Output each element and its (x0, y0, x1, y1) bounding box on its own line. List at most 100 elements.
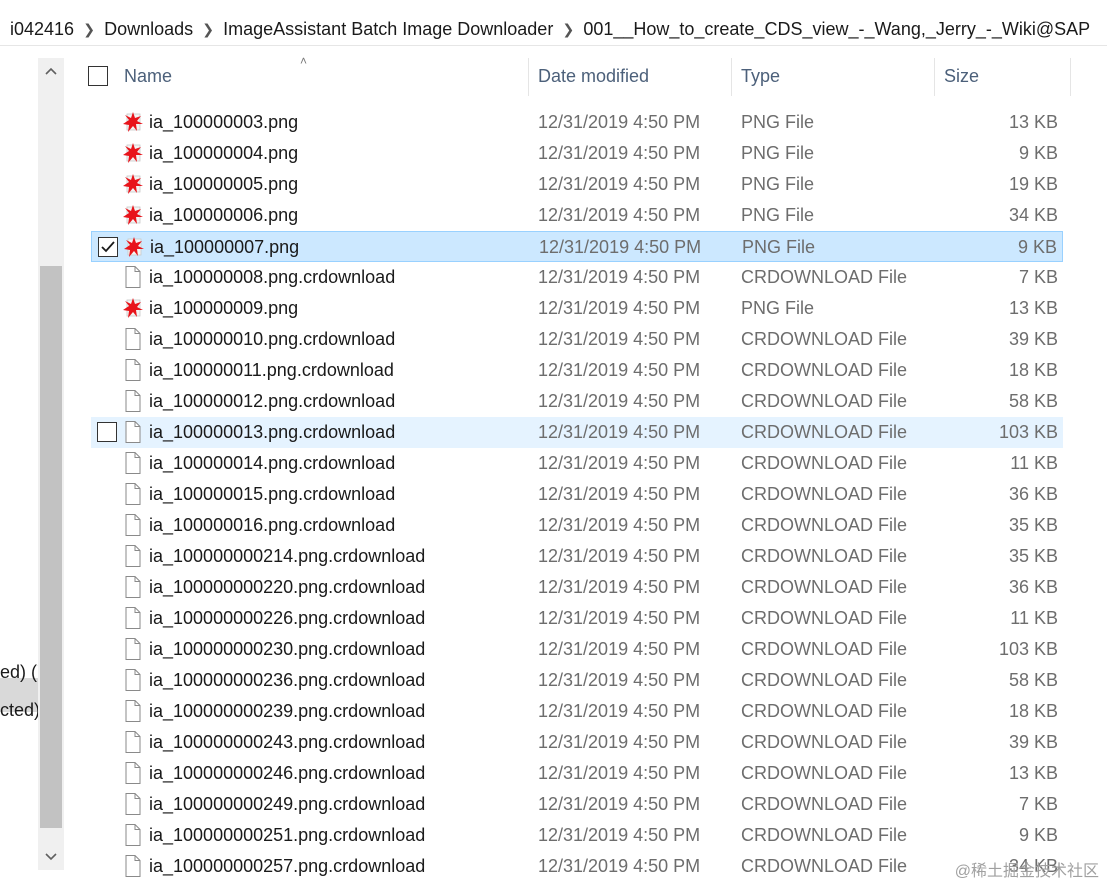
file-icon (121, 544, 145, 568)
file-name: ia_100000010.png.crdownload (149, 329, 396, 349)
file-date-modified: 12/31/2019 4:50 PM (538, 453, 701, 473)
file-row[interactable]: ia_100000000249.png.crdownload 12/31/2019… (91, 789, 1063, 820)
file-row[interactable]: ia_100000013.png.crdownload 12/31/2019 4:… (91, 417, 1063, 448)
file-row[interactable]: ia_100000010.png.crdownload 12/31/2019 4:… (91, 324, 1063, 355)
file-date-modified: 12/31/2019 4:50 PM (538, 701, 701, 721)
file-row[interactable]: ia_100000012.png.crdownload 12/31/2019 4:… (91, 386, 1063, 417)
file-row[interactable]: ia_100000000243.png.crdownload 12/31/2019… (91, 727, 1063, 758)
file-size: 9 KB (1018, 143, 1058, 163)
file-row[interactable]: ia_100000009.png 12/31/2019 4:50 PM PNG Fi… (91, 293, 1063, 324)
column-header-date[interactable]: Date modified (538, 66, 649, 87)
file-row[interactable]: ia_100000008.png.crdownload 12/31/2019 4:… (91, 262, 1063, 293)
file-size: 34 KB (1008, 205, 1058, 225)
file-size: 103 KB (998, 422, 1058, 442)
file-name: ia_100000013.png.crdownload (149, 422, 396, 442)
row-checkbox[interactable] (98, 237, 118, 257)
column-divider[interactable] (1070, 58, 1071, 96)
file-type: CRDOWNLOAD File (741, 825, 908, 845)
file-date-modified: 12/31/2019 4:50 PM (538, 422, 701, 442)
file-name: ia_100000000257.png.crdownload (149, 856, 426, 876)
file-icon (121, 699, 145, 723)
file-name: ia_100000000236.png.crdownload (149, 670, 426, 690)
file-size: 11 KB (1010, 453, 1058, 473)
column-header-size[interactable]: Size (944, 66, 979, 87)
file-row[interactable]: ia_100000003.png 12/31/2019 4:50 PM PNG Fi… (91, 107, 1063, 138)
nav-item-text[interactable]: ed) (' (0, 662, 40, 683)
file-size: 11 KB (1010, 608, 1058, 628)
breadcrumb-item-current-folder[interactable]: 001__How_to_create_CDS_view_-_Wang,_Jerr… (583, 19, 1090, 40)
file-row[interactable]: ia_100000011.png.crdownload 12/31/2019 4:… (91, 355, 1063, 386)
file-name: ia_100000014.png.crdownload (149, 453, 396, 473)
file-type: CRDOWNLOAD File (741, 546, 908, 566)
file-row[interactable]: ia_100000016.png.crdownload 12/31/2019 4:… (91, 510, 1063, 541)
file-row[interactable]: ia_100000015.png.crdownload 12/31/2019 4:… (91, 479, 1063, 510)
file-icon (121, 730, 145, 754)
file-date-modified: 12/31/2019 4:50 PM (538, 577, 701, 597)
file-row[interactable]: ia_100000000214.png.crdownload 12/31/2019… (91, 541, 1063, 572)
file-row[interactable]: ia_100000005.png 12/31/2019 4:50 PM PNG Fi… (91, 169, 1063, 200)
file-icon (121, 575, 145, 599)
file-type: CRDOWNLOAD File (741, 422, 908, 442)
file-icon (121, 637, 145, 661)
file-type: CRDOWNLOAD File (741, 639, 908, 659)
select-all-checkbox[interactable] (88, 66, 108, 86)
file-type: CRDOWNLOAD File (741, 484, 908, 504)
scroll-thumb[interactable] (40, 266, 62, 828)
file-name: ia_100000012.png.crdownload (149, 391, 396, 411)
file-type: CRDOWNLOAD File (741, 360, 908, 380)
file-date-modified: 12/31/2019 4:50 PM (538, 391, 701, 411)
file-icon (121, 389, 145, 413)
file-type: PNG File (741, 112, 815, 132)
column-divider[interactable] (934, 58, 935, 96)
file-name: ia_100000011.png.crdownload (149, 360, 394, 380)
file-row[interactable]: ia_100000000257.png.crdownload 12/31/2019… (91, 851, 1063, 882)
file-row[interactable]: ia_100000000236.png.crdownload 12/31/2019… (91, 665, 1063, 696)
file-date-modified: 12/31/2019 4:50 PM (538, 763, 701, 783)
file-date-modified: 12/31/2019 4:50 PM (538, 484, 701, 504)
file-date-modified: 12/31/2019 4:50 PM (538, 825, 701, 845)
file-row[interactable]: ia_100000000220.png.crdownload 12/31/2019… (91, 572, 1063, 603)
nav-item-text[interactable]: cted) (0, 700, 40, 721)
divider (0, 45, 1107, 46)
file-row[interactable]: ia_100000000239.png.crdownload 12/31/2019… (91, 696, 1063, 727)
column-header: ˄ Name Date modified Type Size (64, 54, 1107, 98)
file-row[interactable]: ia_100000000230.png.crdownload 12/31/2019… (91, 634, 1063, 665)
column-header-type[interactable]: Type (741, 66, 780, 87)
png-icon (121, 110, 145, 134)
file-row[interactable]: ia_100000004.png 12/31/2019 4:50 PM PNG Fi… (91, 138, 1063, 169)
scroll-up-icon[interactable] (38, 58, 64, 84)
file-date-modified: 12/31/2019 4:50 PM (538, 112, 701, 132)
file-name: ia_100000000243.png.crdownload (149, 732, 426, 752)
chevron-right-icon[interactable]: ❯ (193, 21, 223, 38)
file-size: 35 KB (1008, 515, 1058, 535)
file-name: ia_100000000249.png.crdownload (149, 794, 426, 814)
file-name: ia_100000000214.png.crdownload (149, 546, 426, 566)
scroll-down-icon[interactable] (38, 844, 64, 870)
column-divider[interactable] (731, 58, 732, 96)
file-icon (121, 606, 145, 630)
file-date-modified: 12/31/2019 4:50 PM (538, 546, 701, 566)
row-checkbox[interactable] (97, 422, 117, 442)
column-divider[interactable] (528, 58, 529, 96)
file-row[interactable]: ia_100000000226.png.crdownload 12/31/2019… (91, 603, 1063, 634)
chevron-right-icon[interactable]: ❯ (74, 21, 104, 38)
file-date-modified: 12/31/2019 4:50 PM (538, 174, 701, 194)
file-row[interactable]: ia_100000014.png.crdownload 12/31/2019 4:… (91, 448, 1063, 479)
chevron-right-icon[interactable]: ❯ (553, 21, 583, 38)
breadcrumb-item-downloads[interactable]: Downloads (104, 19, 193, 40)
breadcrumb-item-user[interactable]: i042416 (10, 19, 74, 40)
file-row[interactable]: ia_100000000251.png.crdownload 12/31/2019… (91, 820, 1063, 851)
nav-scrollbar[interactable] (38, 58, 64, 870)
file-row[interactable]: ia_100000000246.png.crdownload 12/31/2019… (91, 758, 1063, 789)
file-type: CRDOWNLOAD File (741, 515, 908, 535)
file-row[interactable]: ia_100000006.png 12/31/2019 4:50 PM PNG Fi… (91, 200, 1063, 231)
file-name: ia_100000000220.png.crdownload (149, 577, 426, 597)
file-name: ia_100000016.png.crdownload (149, 515, 396, 535)
file-row[interactable]: ia_100000007.png 12/31/2019 4:50 PM PNG Fi… (91, 231, 1063, 262)
file-name: ia_100000007.png (150, 237, 300, 257)
file-date-modified: 12/31/2019 4:50 PM (538, 298, 701, 318)
file-name: ia_100000000246.png.crdownload (149, 763, 426, 783)
png-icon (121, 203, 145, 227)
breadcrumb-item-imageassistant[interactable]: ImageAssistant Batch Image Downloader (223, 19, 553, 40)
column-header-name[interactable]: Name (124, 66, 172, 87)
